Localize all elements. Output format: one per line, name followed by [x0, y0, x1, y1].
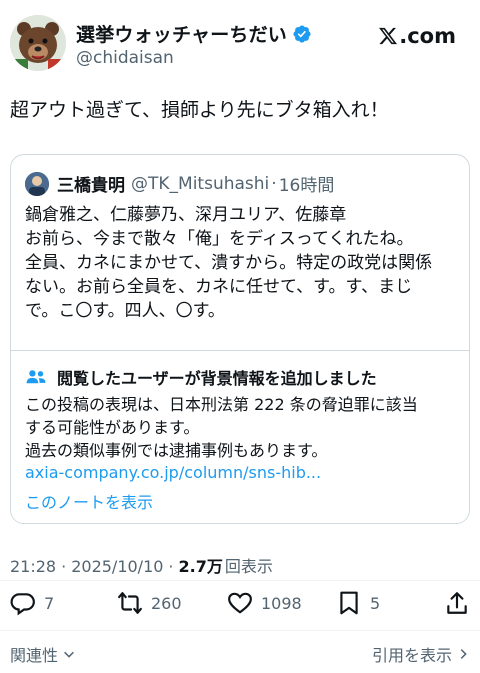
quoted-avatar: [25, 171, 49, 196]
community-note: 閲覧したユーザーが背景情報を追加しました この投稿の表現は、日本刑法第 222 …: [11, 350, 469, 523]
quoted-text-line: 全員、カネにまかせて、潰すから。特定の政党は関係: [25, 253, 433, 273]
share-button[interactable]: [444, 590, 478, 616]
divider: [0, 580, 480, 581]
views-label: 回表示: [224, 557, 273, 576]
relevance-label: 関連性: [10, 646, 59, 665]
quoted-text-line: 鍋倉雅之、仁藤夢乃、深月ユリア、佐藤章: [25, 205, 347, 225]
action-bar: 7 260 1098 5: [10, 588, 470, 620]
note-text-line: この投稿の表現は、日本刑法第 222 条の脅迫罪に該当: [25, 395, 418, 414]
x-logo-icon: [379, 27, 398, 45]
note-text-line: する可能性があります。: [25, 418, 200, 437]
quoted-text-line: ない。お前ら全員を、カネに任せて、す。す、まじ: [25, 277, 413, 297]
quoted-tweet-card[interactable]: 三橋貴明 @TK_Mitsuhashi · 16時間 鍋倉雅之、仁藤夢乃、深月ユ…: [10, 154, 470, 524]
bookmark-button[interactable]: 5: [336, 590, 380, 616]
retweet-icon: [118, 592, 142, 614]
quoted-tweet-text: 鍋倉雅之、仁藤夢乃、深月ユリア、佐藤章 お前ら、今まで散々「俺」をディスってくれ…: [25, 203, 461, 323]
quoted-display-name: 三橋貴明: [57, 176, 125, 196]
views-count: 2.7万: [178, 557, 223, 576]
note-source-link[interactable]: axia-company.co.jp/column/sns-hib...: [25, 463, 321, 482]
site-badge: .com: [378, 24, 456, 48]
community-note-title: 閲覧したユーザーが背景情報を追加しました: [57, 369, 377, 388]
reply-sort-bar: 関連性 引用を表示: [10, 640, 470, 666]
bookmark-count: 5: [370, 593, 381, 613]
site-label: .com: [399, 24, 456, 48]
people-icon: [26, 370, 46, 384]
author-handle[interactable]: @chidaisan: [76, 48, 174, 68]
quoted-text-line: で。こ〇す。四人、〇す。: [25, 301, 225, 321]
verified-badge-icon: [293, 24, 311, 43]
divider: [0, 630, 480, 631]
quoted-separator: ·: [271, 173, 277, 194]
like-count: 1098: [261, 593, 302, 613]
relevance-sort-button[interactable]: 関連性: [10, 642, 76, 666]
chevron-right-icon: [460, 649, 467, 659]
tweet-meta: 21:28 · 2025/10/10 · 2.7万 回表示: [10, 553, 273, 577]
reply-count: 7: [44, 593, 55, 613]
retweet-count: 260: [151, 593, 182, 613]
quoted-text-line: お前ら、今まで散々「俺」をディスってくれたね。: [25, 229, 414, 249]
bookmark-icon: [340, 591, 358, 615]
community-note-header: 閲覧したユーザーが背景情報を追加しました: [25, 365, 377, 389]
share-icon: [447, 592, 467, 614]
retweet-button[interactable]: 260: [117, 590, 182, 616]
meta-separator: ·: [61, 557, 67, 576]
view-quotes-label: 引用を表示: [371, 646, 452, 665]
heart-icon: [228, 592, 252, 614]
tweet-header: 選挙ウォッチャーちだい @chidaisan .com: [10, 10, 470, 71]
tweet-time[interactable]: 21:28: [10, 557, 56, 576]
author-name-row: 選挙ウォッチャーちだい: [76, 20, 312, 47]
view-quotes-button[interactable]: 引用を表示: [372, 642, 470, 666]
quoted-handle: @TK_Mitsuhashi: [131, 173, 270, 194]
show-note-link[interactable]: このノートを表示: [25, 489, 153, 513]
like-button[interactable]: 1098: [227, 590, 302, 616]
author-display-name[interactable]: 選挙ウォッチャーちだい: [76, 20, 287, 47]
note-text-line: 過去の類似事例では逮捕事例もあります。: [25, 441, 328, 460]
quoted-timestamp: 16時間: [278, 176, 335, 196]
community-note-text: この投稿の表現は、日本刑法第 222 条の脅迫罪に該当 する可能性があります。 …: [25, 393, 461, 462]
meta-separator: ·: [168, 557, 174, 576]
reply-icon: [10, 593, 35, 616]
tweet-date[interactable]: 2025/10/10: [71, 557, 163, 576]
bear-avatar-icon[interactable]: [10, 15, 66, 71]
tweet-text: 超アウト過ぎて、損師より先にブタ箱入れ！: [10, 99, 389, 121]
chevron-down-icon: [64, 651, 74, 658]
reply-button[interactable]: 7: [10, 590, 54, 616]
quoted-tweet-header: 三橋貴明 @TK_Mitsuhashi · 16時間: [25, 171, 334, 196]
